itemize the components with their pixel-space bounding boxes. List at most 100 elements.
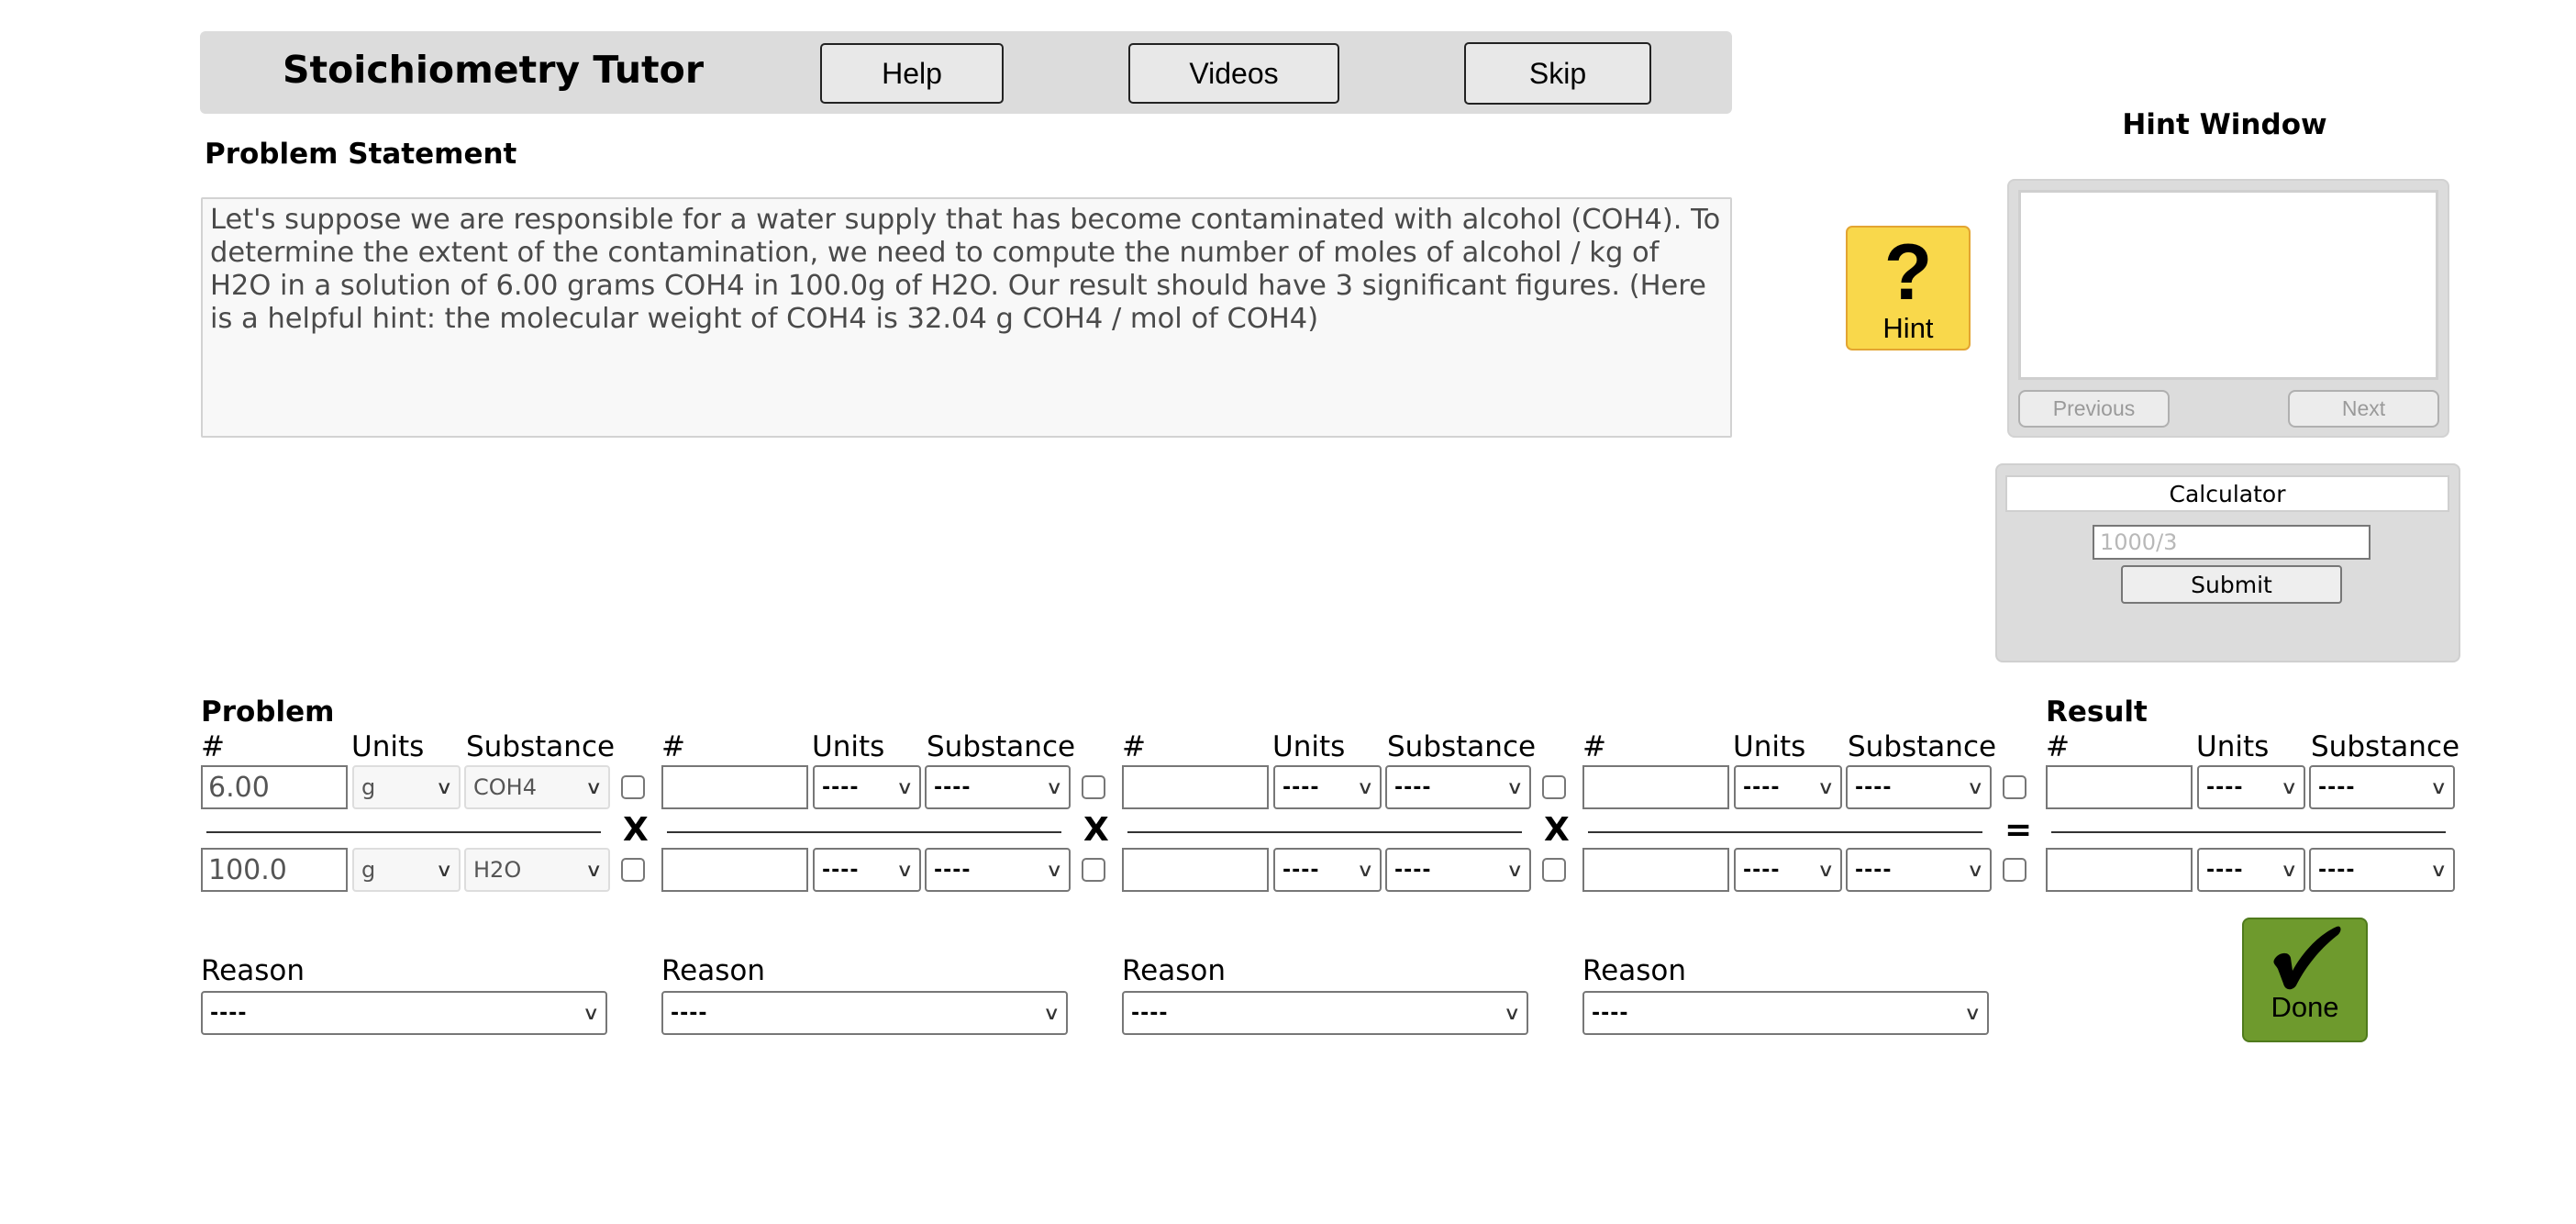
term-4-denominator-substance-select[interactable]: ---- ∨	[1846, 848, 1992, 892]
term-3-numerator-cancel-checkbox[interactable]	[1542, 775, 1566, 799]
chevron-down-icon: ∨	[1967, 776, 1985, 798]
chevron-down-icon: ∨	[2281, 776, 2299, 798]
header-number: #	[1582, 730, 1606, 763]
selected-value: ----	[2206, 858, 2244, 882]
selected-value: ----	[934, 775, 972, 799]
term-5-numerator-units-select[interactable]: ---- ∨	[2197, 765, 2305, 809]
videos-button[interactable]: Videos	[1128, 43, 1339, 104]
problem-statement-heading: Problem Statement	[205, 138, 517, 171]
term-3-denominator-units-select[interactable]: ---- ∨	[1273, 848, 1382, 892]
operator-3: X	[1544, 811, 1570, 849]
term-1-denominator-cancel-checkbox[interactable]	[621, 858, 645, 882]
skip-button[interactable]: Skip	[1464, 42, 1651, 105]
reason-4-select[interactable]: ---- ∨	[1582, 991, 1989, 1035]
selected-value: ----	[1743, 775, 1781, 799]
selected-value: ----	[671, 1001, 708, 1025]
next-hint-button[interactable]: Next	[2288, 390, 2439, 428]
selected-value: ----	[1855, 858, 1893, 882]
reason-2-select[interactable]: ---- ∨	[661, 991, 1068, 1035]
header-substance: Substance	[2311, 730, 2460, 763]
term-1-numerator-units-select[interactable]: g ∨	[352, 765, 461, 809]
header-units: Units	[812, 730, 885, 763]
selected-value: COH4	[473, 774, 537, 800]
term-4-denominator-number-input[interactable]	[1582, 848, 1729, 892]
term-2-numerator-number-input[interactable]	[661, 765, 808, 809]
term-4-denominator-units-select[interactable]: ---- ∨	[1734, 848, 1842, 892]
term-4-numerator-units-select[interactable]: ---- ∨	[1734, 765, 1842, 809]
hint-window-title: Hint Window	[2122, 108, 2327, 141]
term-3-denominator-cancel-checkbox[interactable]	[1542, 858, 1566, 882]
selected-value: ----	[822, 775, 860, 799]
term-4-numerator-cancel-checkbox[interactable]	[2003, 775, 2026, 799]
chevron-down-icon: ∨	[1817, 776, 1836, 798]
term-5-numerator-number-input[interactable]	[2046, 765, 2193, 809]
done-button[interactable]: Done	[2242, 918, 2368, 1042]
term-1-denominator-substance-select[interactable]: H2O ∨	[464, 848, 610, 892]
header-units: Units	[351, 730, 425, 763]
calculator-input[interactable]	[2093, 525, 2371, 560]
chevron-down-icon: ∨	[436, 859, 454, 881]
term-1-denominator-number-input[interactable]	[201, 848, 348, 892]
chevron-down-icon: ∨	[1506, 859, 1525, 881]
header-number: #	[201, 730, 225, 763]
term-5-denominator-substance-select[interactable]: ---- ∨	[2309, 848, 2455, 892]
selected-value: ----	[1394, 775, 1432, 799]
calculator-title: Calculator	[2005, 475, 2449, 512]
term-2-denominator-units-select[interactable]: ---- ∨	[813, 848, 921, 892]
reason-3-select[interactable]: ---- ∨	[1122, 991, 1528, 1035]
term-1-numerator-number-input[interactable]	[201, 765, 348, 809]
done-button-label: Done	[2271, 991, 2339, 1023]
operator-4: =	[2004, 811, 2033, 849]
reason-1-label: Reason	[201, 954, 305, 987]
term-5-denominator-number-input[interactable]	[2046, 848, 2193, 892]
header-units: Units	[2196, 730, 2270, 763]
term-3-denominator-substance-select[interactable]: ---- ∨	[1385, 848, 1531, 892]
reason-1-select[interactable]: ---- ∨	[201, 991, 607, 1035]
term-5-denominator-units-select[interactable]: ---- ∨	[2197, 848, 2305, 892]
selected-value: ----	[822, 858, 860, 882]
term-4-numerator-number-input[interactable]	[1582, 765, 1729, 809]
term-2-fraction-line	[667, 831, 1061, 833]
chevron-down-icon: ∨	[1817, 859, 1836, 881]
term-1-numerator-cancel-checkbox[interactable]	[621, 775, 645, 799]
term-3-denominator-number-input[interactable]	[1122, 848, 1269, 892]
hint-button-label: Hint	[1882, 312, 1934, 344]
header-substance: Substance	[927, 730, 1076, 763]
term-5-numerator-substance-select[interactable]: ---- ∨	[2309, 765, 2455, 809]
chevron-down-icon: ∨	[2281, 859, 2299, 881]
selected-value: ----	[934, 858, 972, 882]
selected-value: ----	[1131, 1001, 1169, 1025]
term-2-numerator-units-select[interactable]: ---- ∨	[813, 765, 921, 809]
problem-section-label: Problem	[201, 695, 335, 729]
calculator-submit-button[interactable]: Submit	[2121, 565, 2342, 604]
previous-hint-button[interactable]: Previous	[2018, 390, 2170, 428]
hint-button[interactable]: ? Hint	[1846, 226, 1971, 351]
header-number: #	[1122, 730, 1146, 763]
header-units: Units	[1272, 730, 1346, 763]
chevron-down-icon: ∨	[1357, 859, 1375, 881]
header-units: Units	[1733, 730, 1806, 763]
chevron-down-icon: ∨	[1967, 859, 1985, 881]
selected-value: ----	[1282, 775, 1320, 799]
term-2-denominator-number-input[interactable]	[661, 848, 808, 892]
term-2-denominator-substance-select[interactable]: ---- ∨	[925, 848, 1071, 892]
question-mark-icon: ?	[1883, 228, 1933, 317]
chevron-down-icon: ∨	[1046, 776, 1064, 798]
app-title: Stoichiometry Tutor	[283, 48, 705, 92]
term-2-numerator-substance-select[interactable]: ---- ∨	[925, 765, 1071, 809]
result-section-label: Result	[2046, 695, 2148, 729]
selected-value: ----	[1282, 858, 1320, 882]
term-1-denominator-units-select[interactable]: g ∨	[352, 848, 461, 892]
term-4-denominator-cancel-checkbox[interactable]	[2003, 858, 2026, 882]
term-3-numerator-number-input[interactable]	[1122, 765, 1269, 809]
chevron-down-icon: ∨	[1964, 1002, 1982, 1024]
term-1-numerator-substance-select[interactable]: COH4 ∨	[464, 765, 610, 809]
term-3-numerator-substance-select[interactable]: ---- ∨	[1385, 765, 1531, 809]
term-3-numerator-units-select[interactable]: ---- ∨	[1273, 765, 1382, 809]
term-2-numerator-cancel-checkbox[interactable]	[1082, 775, 1105, 799]
term-2-denominator-cancel-checkbox[interactable]	[1082, 858, 1105, 882]
help-button[interactable]: Help	[820, 43, 1004, 104]
term-5-fraction-line	[2051, 831, 2446, 833]
term-4-numerator-substance-select[interactable]: ---- ∨	[1846, 765, 1992, 809]
chevron-down-icon: ∨	[1504, 1002, 1522, 1024]
